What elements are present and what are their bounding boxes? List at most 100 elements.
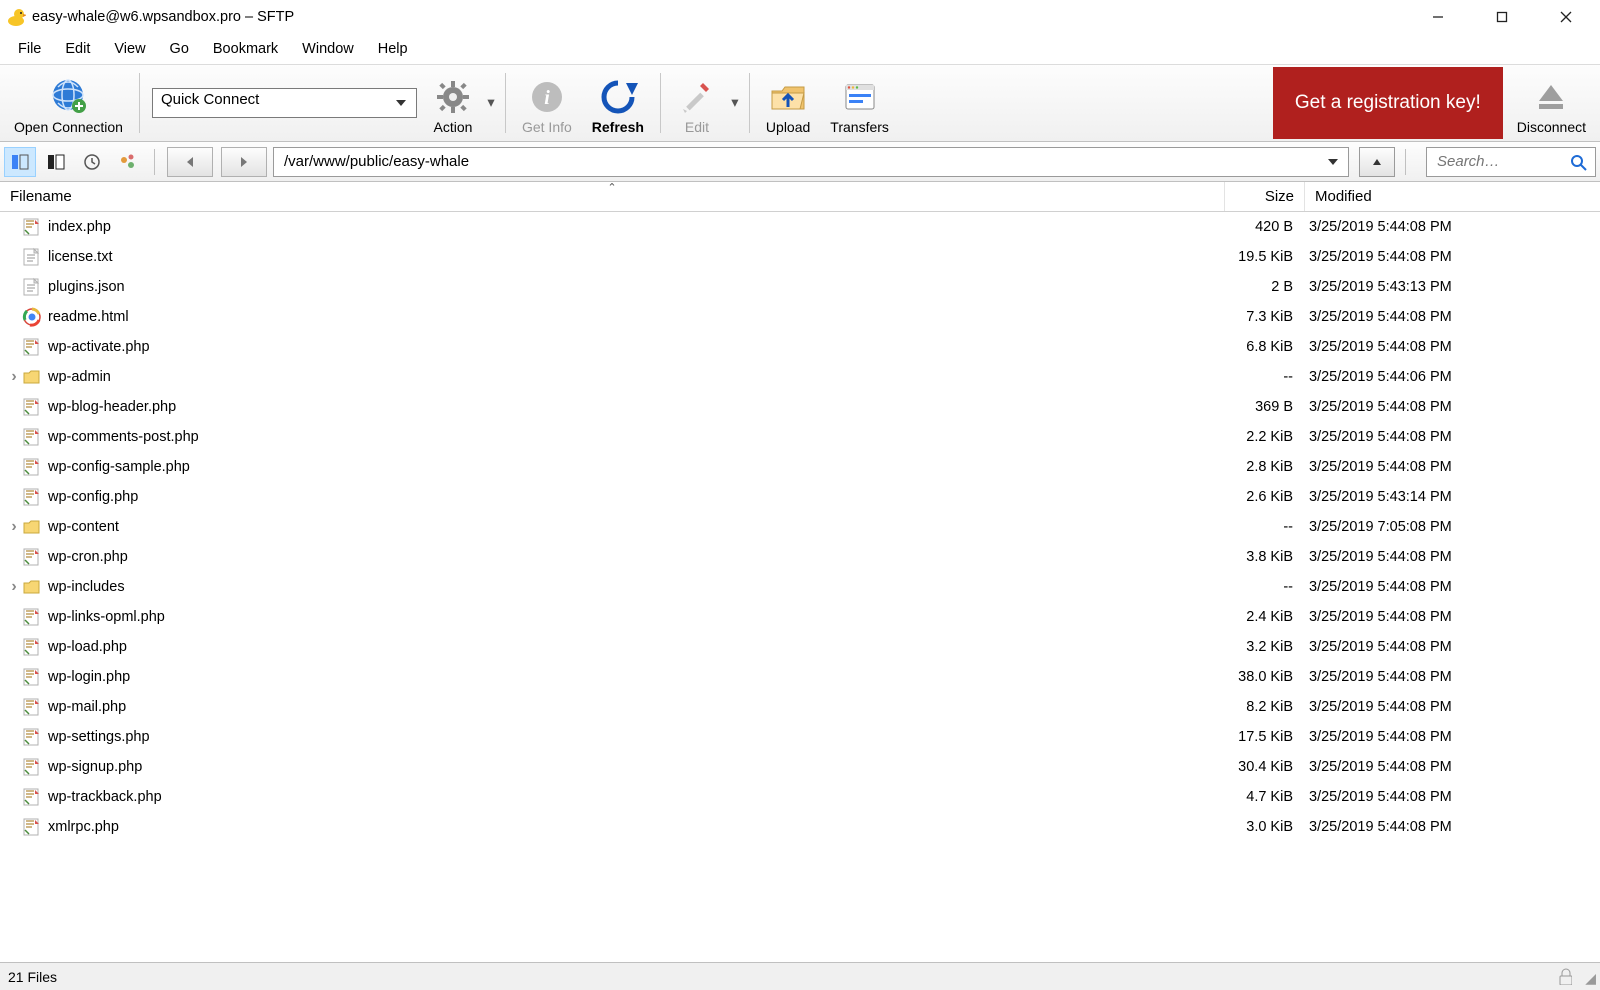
file-name: wp-config-sample.php [48,459,1223,475]
file-icon [22,667,42,687]
file-name: wp-links-opml.php [48,609,1223,625]
file-row[interactable]: index.php420 B3/25/2019 5:44:08 PM [0,212,1600,242]
folder-icon [22,367,42,387]
file-row[interactable]: ›wp-admin--3/25/2019 5:44:06 PM [0,362,1600,392]
quick-connect-dropdown[interactable]: Quick Connect [152,88,417,118]
nav-forward-button[interactable] [221,147,267,177]
menu-help[interactable]: Help [366,37,420,61]
file-name: wp-signup.php [48,759,1223,775]
file-size: 2.8 KiB [1223,459,1301,475]
file-row[interactable]: wp-comments-post.php2.2 KiB3/25/2019 5:4… [0,422,1600,452]
open-connection-label: Open Connection [14,119,123,135]
file-icon [22,697,42,717]
action-button[interactable]: Action [423,65,483,141]
file-modified: 3/25/2019 5:43:13 PM [1301,279,1600,295]
registration-banner[interactable]: Get a registration key! [1273,67,1503,139]
menu-go[interactable]: Go [158,37,201,61]
disconnect-button[interactable]: Disconnect [1507,65,1596,141]
file-modified: 3/25/2019 5:44:08 PM [1301,459,1600,475]
app-duck-icon [6,8,24,26]
file-row[interactable]: plugins.json2 B3/25/2019 5:43:13 PM [0,272,1600,302]
refresh-button[interactable]: Refresh [582,65,654,141]
menu-window[interactable]: Window [290,37,366,61]
titlebar: easy-whale@w6.wpsandbox.pro – SFTP [0,0,1600,34]
menu-view[interactable]: View [102,37,157,61]
file-row[interactable]: wp-load.php3.2 KiB3/25/2019 5:44:08 PM [0,632,1600,662]
close-button[interactable] [1534,1,1598,33]
column-header-size[interactable]: Size [1225,182,1305,211]
file-size: 3.2 KiB [1223,639,1301,655]
file-row[interactable]: readme.html7.3 KiB3/25/2019 5:44:08 PM [0,302,1600,332]
file-row[interactable]: wp-cron.php3.8 KiB3/25/2019 5:44:08 PM [0,542,1600,572]
nav-separator [1405,149,1406,175]
menu-file[interactable]: File [6,37,53,61]
file-size: 2.2 KiB [1223,429,1301,445]
menu-edit[interactable]: Edit [53,37,102,61]
bonjour-button[interactable] [112,147,144,177]
resize-grip-icon[interactable]: ◢ [1585,970,1596,987]
file-list[interactable]: index.php420 B3/25/2019 5:44:08 PMlicens… [0,212,1600,962]
file-row[interactable]: wp-signup.php30.4 KiB3/25/2019 5:44:08 P… [0,752,1600,782]
file-row[interactable]: ›wp-content--3/25/2019 7:05:08 PM [0,512,1600,542]
edit-button[interactable]: Edit [667,65,727,141]
go-up-button[interactable] [1359,147,1395,177]
file-row[interactable]: wp-links-opml.php2.4 KiB3/25/2019 5:44:0… [0,602,1600,632]
eject-icon [1531,77,1571,117]
file-name: wp-mail.php [48,699,1223,715]
transfers-icon [840,77,880,117]
file-modified: 3/25/2019 5:44:08 PM [1301,699,1600,715]
file-size: 30.4 KiB [1223,759,1301,775]
nav-back-button[interactable] [167,147,213,177]
column-header-modified[interactable]: Modified [1305,182,1600,211]
file-row[interactable]: license.txt19.5 KiB3/25/2019 5:44:08 PM [0,242,1600,272]
history-button[interactable] [76,147,108,177]
file-row[interactable]: wp-settings.php17.5 KiB3/25/2019 5:44:08… [0,722,1600,752]
file-modified: 3/25/2019 5:44:08 PM [1301,819,1600,835]
file-row[interactable]: wp-activate.php6.8 KiB3/25/2019 5:44:08 … [0,332,1600,362]
edit-dropdown-arrow[interactable]: ▾ [727,65,743,141]
column-header-filename[interactable]: Filename ⌃ [0,182,1225,211]
path-combobox[interactable]: /var/www/public/easy-whale [273,147,1349,177]
file-row[interactable]: ›wp-includes--3/25/2019 5:44:08 PM [0,572,1600,602]
file-row[interactable]: wp-mail.php8.2 KiB3/25/2019 5:44:08 PM [0,692,1600,722]
file-name: wp-admin [48,369,1223,385]
file-row[interactable]: wp-trackback.php4.7 KiB3/25/2019 5:44:08… [0,782,1600,812]
file-row[interactable]: xmlrpc.php3.0 KiB3/25/2019 5:44:08 PM [0,812,1600,842]
view-columns-button[interactable] [40,147,72,177]
menu-bookmark[interactable]: Bookmark [201,37,290,61]
quick-connect-wrap: Quick Connect [146,65,423,141]
pencil-icon [677,77,717,117]
file-modified: 3/25/2019 5:44:08 PM [1301,339,1600,355]
quick-connect-label: Quick Connect [161,91,259,108]
view-split-button[interactable] [4,147,36,177]
action-label: Action [434,119,473,135]
info-icon [527,77,567,117]
file-size: 17.5 KiB [1223,729,1301,745]
file-row[interactable]: wp-login.php38.0 KiB3/25/2019 5:44:08 PM [0,662,1600,692]
file-name: wp-activate.php [48,339,1223,355]
file-icon [22,337,42,357]
maximize-button[interactable] [1470,1,1534,33]
open-connection-button[interactable]: Open Connection [4,65,133,141]
file-icon [22,727,42,747]
upload-label: Upload [766,119,810,135]
status-bar: 21 Files ◢ [0,962,1600,990]
minimize-button[interactable] [1406,1,1470,33]
upload-button[interactable]: Upload [756,65,820,141]
file-row[interactable]: wp-config.php2.6 KiB3/25/2019 5:43:14 PM [0,482,1600,512]
file-icon [22,457,42,477]
transfers-button[interactable]: Transfers [820,65,899,141]
search-input[interactable] [1435,152,1587,171]
file-icon [22,547,42,567]
expander-icon[interactable]: › [6,518,22,536]
file-row[interactable]: wp-blog-header.php369 B3/25/2019 5:44:08… [0,392,1600,422]
expander-icon[interactable]: › [6,578,22,596]
toolbar-separator [660,73,661,133]
file-modified: 3/25/2019 5:44:08 PM [1301,669,1600,685]
search-box[interactable] [1426,147,1596,177]
action-dropdown-arrow[interactable]: ▾ [483,65,499,141]
get-info-button[interactable]: Get Info [512,65,582,141]
file-row[interactable]: wp-config-sample.php2.8 KiB3/25/2019 5:4… [0,452,1600,482]
toolbar-separator [749,73,750,133]
expander-icon[interactable]: › [6,368,22,386]
